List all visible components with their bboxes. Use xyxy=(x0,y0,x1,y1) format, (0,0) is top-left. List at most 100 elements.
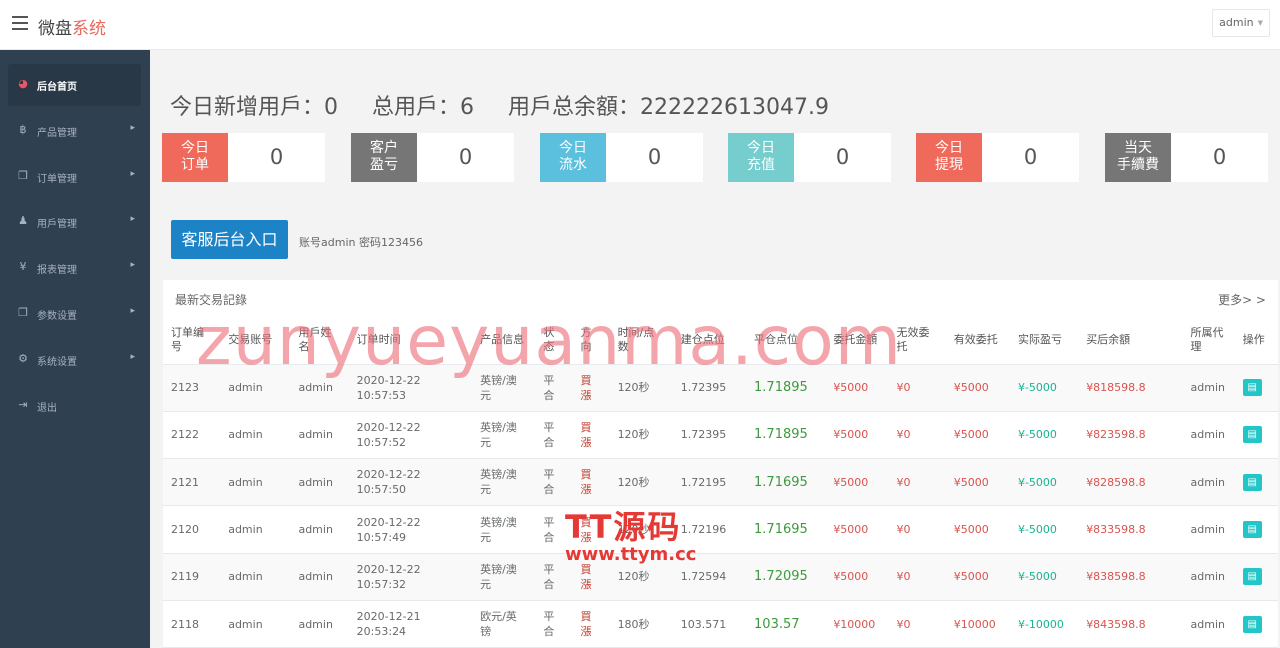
sidebar-item-label: 系统设置 xyxy=(37,357,77,368)
user-name: admin xyxy=(1219,16,1254,29)
col-header: 平仓点位 xyxy=(746,317,826,365)
sidebar: ◕ 后台首页 ฿ 产品管理 ▸ ❐ 订单管理 ▸ ♟ 用戶管理 ▸ ¥ 报表管理… xyxy=(0,50,150,648)
summary-headline: 今日新增用戶：0 总用戶：6 用戶总余額：222222613047.9 xyxy=(170,89,863,121)
sidebar-item-users[interactable]: ♟ 用戶管理 ▸ xyxy=(0,201,150,241)
table-cell: 2121 xyxy=(163,458,221,507)
table-cell: ¥5000 xyxy=(825,553,889,601)
sidebar-item-params[interactable]: ❐ 参数设置 ▸ xyxy=(0,293,150,333)
panel-title: 最新交易記錄 xyxy=(175,293,248,307)
table-cell: 平合 xyxy=(535,364,573,412)
hamburger-menu-icon[interactable] xyxy=(12,16,28,30)
detail-icon[interactable]: ▤ xyxy=(1242,379,1262,397)
sidebar-item-label: 订单管理 xyxy=(37,174,77,185)
col-header: 方向 xyxy=(572,317,610,365)
table-cell: 120秒 xyxy=(609,458,673,507)
table-cell-action: ▤ xyxy=(1234,364,1278,412)
detail-icon[interactable]: ▤ xyxy=(1242,473,1262,491)
more-link[interactable]: 更多> > xyxy=(1218,291,1266,308)
app-title: 微盘系统 xyxy=(38,14,106,39)
table-row: 2119 admin admin 2020-12-22 10:57:32 英镑/澳元 平合… xyxy=(163,553,1278,601)
signout-icon: ⇥ xyxy=(18,398,28,411)
today-new-users: 今日新增用戶：0 xyxy=(170,95,338,120)
sidebar-item-label: 参数设置 xyxy=(37,311,77,322)
table-cell: 英镑/澳元 xyxy=(472,411,536,460)
table-cell-action: ▤ xyxy=(1234,411,1278,460)
table-cell: 買漲 xyxy=(572,458,610,507)
table-cell: ¥-5000 xyxy=(1009,553,1079,601)
detail-icon[interactable]: ▤ xyxy=(1242,568,1262,586)
table-cell: ¥-5000 xyxy=(1009,505,1079,554)
table-header-row: 订单编号 交易账号 用戶姓名 订单时间 产品信息 状态 方向 时间/点数 建仓点… xyxy=(163,317,1278,365)
table-cell: 1.72196 xyxy=(672,505,747,554)
table-cell: 平合 xyxy=(535,411,573,460)
sidebar-item-logout[interactable]: ⇥ 退出 xyxy=(0,385,150,425)
table-cell: ¥843598.8 xyxy=(1078,600,1183,648)
table-cell: ¥0 xyxy=(888,411,946,460)
table-cell: 2020-12-21 20:53:24 xyxy=(348,600,473,648)
caret-right-icon: ▸ xyxy=(130,352,135,362)
sidebar-item-label: 产品管理 xyxy=(37,128,77,139)
table-cell: 1.72195 xyxy=(672,458,747,507)
copy-icon: ❐ xyxy=(18,306,28,319)
table-cell: 120秒 xyxy=(609,553,673,601)
table-cell: admin xyxy=(1182,553,1235,601)
table-cell: 1.71695 xyxy=(746,505,826,554)
top-navbar: 微盘系统 admin ▼ xyxy=(0,0,1280,50)
stat-label: 当天 手續費 xyxy=(1105,133,1171,182)
stat-today-orders: 今日 订单 0 xyxy=(162,133,325,182)
caret-right-icon: ▸ xyxy=(130,214,135,224)
sidebar-item-orders[interactable]: ❐ 订单管理 ▸ xyxy=(0,156,150,196)
stat-today-withdraw: 今日 提現 0 xyxy=(916,133,1079,182)
table-cell: 1.72095 xyxy=(746,553,826,601)
table-cell: 2118 xyxy=(163,600,221,648)
table-cell: 英镑/澳元 xyxy=(472,553,536,601)
table-cell: admin xyxy=(290,411,349,460)
table-cell: ¥-5000 xyxy=(1009,364,1079,412)
table-cell: 120秒 xyxy=(609,505,673,554)
table-cell: ¥5000 xyxy=(825,411,889,460)
table-cell-action: ▤ xyxy=(1234,458,1278,507)
sidebar-item-label: 退出 xyxy=(37,403,57,414)
stat-today-turnover: 今日 流水 0 xyxy=(540,133,703,182)
table-cell: ¥10000 xyxy=(825,600,889,648)
yen-icon: ¥ xyxy=(19,260,27,273)
table-cell: 英镑/澳元 xyxy=(472,458,536,507)
detail-icon[interactable]: ▤ xyxy=(1242,521,1262,539)
sidebar-item-home[interactable]: ◕ 后台首页 xyxy=(8,64,141,106)
user-dropdown[interactable]: admin ▼ xyxy=(1212,9,1270,37)
service-backend-button[interactable]: 客服后台入口 xyxy=(171,220,288,259)
table-cell: ¥823598.8 xyxy=(1078,411,1183,460)
table-cell: ¥818598.8 xyxy=(1078,364,1183,412)
table-cell: ¥5000 xyxy=(825,505,889,554)
table-cell: admin xyxy=(290,600,349,648)
stat-client-pnl: 客户 盈亏 0 xyxy=(351,133,514,182)
table-cell-action: ▤ xyxy=(1234,553,1278,601)
table-cell: 103.57 xyxy=(746,600,826,648)
main-content: 今日新增用戶：0 总用戶：6 用戶总余額：222222613047.9 今日 订单 0… xyxy=(150,50,1280,648)
table-cell: 買漲 xyxy=(572,553,610,601)
table-cell: 平合 xyxy=(535,553,573,601)
table-cell-action: ▤ xyxy=(1234,600,1278,648)
table-cell: ¥-10000 xyxy=(1009,600,1079,648)
table-cell: 平合 xyxy=(535,505,573,554)
table-cell: ¥5000 xyxy=(825,364,889,412)
col-header: 产品信息 xyxy=(472,317,536,365)
sidebar-item-products[interactable]: ฿ 产品管理 ▸ xyxy=(0,110,150,150)
sidebar-item-reports[interactable]: ¥ 报表管理 ▸ xyxy=(0,247,150,287)
sidebar-item-system[interactable]: ⚙ 系统设置 ▸ xyxy=(0,339,150,379)
detail-icon[interactable]: ▤ xyxy=(1242,426,1262,444)
table-cell: 120秒 xyxy=(609,364,673,412)
col-header: 订单编号 xyxy=(163,317,221,365)
col-header: 有效委托 xyxy=(945,317,1010,365)
table-cell: 2020-12-22 10:57:32 xyxy=(348,553,473,601)
sidebar-item-label: 报表管理 xyxy=(37,265,77,276)
latest-trades-panel: 最新交易記錄 更多> > 订单编号 交易账号 用戶姓名 订单时间 产品信息 状态… xyxy=(163,280,1278,648)
col-header: 时间/点数 xyxy=(609,317,673,365)
stat-label: 今日 流水 xyxy=(540,133,606,182)
stat-label: 今日 订单 xyxy=(162,133,228,182)
col-header: 买后余額 xyxy=(1078,317,1183,365)
table-cell: admin xyxy=(1182,600,1235,648)
table-cell: admin xyxy=(220,505,291,554)
detail-icon[interactable]: ▤ xyxy=(1242,615,1262,633)
sidebar-item-label: 用戶管理 xyxy=(37,219,77,230)
